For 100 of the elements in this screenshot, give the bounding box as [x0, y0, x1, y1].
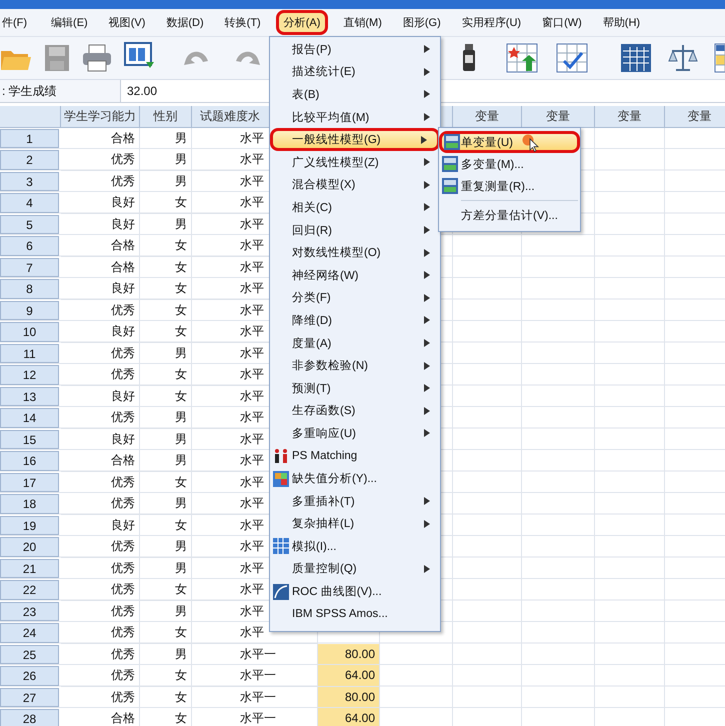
submenu-arrow-icon [424, 520, 430, 528]
grid-icon [273, 538, 289, 554]
row-number[interactable]: 6 [0, 236, 59, 256]
table-cell: 64.00 [318, 708, 380, 726]
menu-item[interactable]: 图形(G) [396, 10, 447, 35]
table-cell: 优秀 [61, 170, 140, 192]
menu-item[interactable]: 件(F) [0, 10, 34, 35]
table-cell: 良好 [61, 514, 140, 536]
table-cell: 合格 [61, 256, 140, 278]
submenu-arrow-icon [424, 497, 430, 506]
table-cell: 女 [140, 300, 192, 321]
table-cell: 男 [140, 536, 192, 558]
menu-item[interactable]: 分析(A) [276, 10, 328, 35]
menu-item[interactable]: 转换(T) [218, 10, 267, 35]
submenu-arrow-icon [424, 45, 430, 54]
column-header[interactable]: 变量 [665, 106, 725, 128]
table-cell: 优秀 [61, 536, 140, 558]
table-cell: 合格 [61, 235, 140, 256]
menu-item[interactable]: 方差分量估计(V)... [439, 204, 580, 226]
row-number[interactable]: 25 [0, 644, 59, 664]
column-header[interactable]: 性别 [140, 106, 192, 128]
menu-item[interactable]: 单变量(U) [439, 131, 580, 153]
scale-icon[interactable] [668, 43, 698, 73]
table-cell: 优秀 [61, 686, 140, 708]
table-cell: 男 [140, 342, 192, 364]
row-number[interactable]: 16 [0, 451, 59, 470]
menu-item[interactable]: 重复测量(R)... [439, 175, 580, 197]
submenu-arrow-icon [424, 113, 430, 122]
submenu-arrow-icon [424, 226, 430, 234]
menu-item[interactable]: 窗口(W) [536, 10, 588, 35]
menu-item[interactable]: 实用程序(U) [456, 10, 528, 35]
row-number[interactable]: 18 [0, 494, 59, 514]
row-number[interactable]: 15 [0, 430, 59, 449]
row-number[interactable]: 11 [0, 344, 59, 363]
row-number[interactable]: 7 [0, 258, 59, 277]
table-cell: 优秀 [61, 300, 140, 321]
column-header[interactable]: 变量 [453, 106, 522, 128]
row-number[interactable]: 19 [0, 516, 59, 535]
table-cell: 女 [140, 665, 192, 686]
row-number[interactable]: 22 [0, 580, 59, 600]
table-cell: 女 [140, 256, 192, 278]
row-number[interactable]: 17 [0, 472, 59, 492]
table-cell: 良好 [61, 192, 140, 214]
row-number[interactable]: 26 [0, 666, 59, 686]
table-cell: 男 [140, 450, 192, 472]
row-number[interactable]: 10 [0, 322, 59, 342]
row-number[interactable]: 27 [0, 688, 59, 707]
bottle-icon[interactable] [462, 43, 476, 73]
row-number[interactable]: 1 [0, 128, 59, 148]
submenu-arrow-icon [424, 203, 430, 212]
table-cell: 80.00 [318, 686, 380, 708]
menu-item[interactable]: 直销(M) [337, 10, 388, 35]
table-cell: 女 [140, 386, 192, 407]
row-number[interactable]: 2 [0, 150, 59, 170]
menu-item[interactable]: 编辑(E) [45, 10, 94, 35]
row-number[interactable]: 14 [0, 408, 59, 428]
row-number[interactable]: 12 [0, 365, 59, 384]
row-number[interactable]: 24 [0, 623, 59, 642]
table-cell: 80.00 [318, 644, 380, 665]
row-number[interactable]: 28 [0, 709, 59, 726]
menu-item[interactable]: 多变量(M)... [439, 153, 580, 175]
table-cell: 优秀 [61, 644, 140, 665]
submenu-arrow-icon [424, 339, 430, 348]
table-cell: 男 [140, 428, 192, 450]
table-cell: 优秀 [61, 407, 140, 428]
row-number[interactable]: 4 [0, 193, 59, 212]
row-number[interactable]: 5 [0, 214, 59, 234]
menu-item[interactable]: 报告(P) [270, 38, 440, 61]
column-header[interactable]: 变量 [522, 106, 595, 128]
row-number[interactable]: 20 [0, 537, 59, 556]
menu-item[interactable]: 描述统计(E) [270, 60, 440, 84]
column-header[interactable]: 变量 [595, 106, 665, 128]
submenu-arrow-icon [424, 564, 430, 573]
cell-value-field[interactable]: 32.00 [121, 80, 267, 102]
table-cell: 优秀 [61, 493, 140, 514]
row-number[interactable]: 9 [0, 300, 59, 320]
table-cell: 良好 [61, 278, 140, 300]
case-grid-icon[interactable] [506, 43, 538, 73]
menu-item[interactable]: 帮助(H) [596, 10, 646, 35]
row-number[interactable]: 23 [0, 602, 59, 621]
model-icon [444, 134, 460, 150]
model-icon [442, 156, 458, 172]
table-icon[interactable] [620, 43, 652, 73]
table-cell: 女 [140, 708, 192, 726]
menu-item[interactable]: 视图(V) [102, 10, 152, 35]
submenu-arrow-icon [424, 429, 430, 438]
row-number[interactable]: 21 [0, 558, 59, 578]
save-icon[interactable] [44, 44, 70, 72]
printer-icon[interactable] [82, 44, 112, 72]
checklist-icon[interactable] [556, 43, 588, 73]
row-number[interactable]: 8 [0, 279, 59, 298]
column-header[interactable]: 学生学习能力 [61, 106, 140, 128]
menu-item[interactable]: 表(B) [270, 83, 440, 106]
table-cell: 优秀 [61, 558, 140, 579]
table-cell: 优秀 [61, 665, 140, 686]
submenu-arrow-icon [424, 271, 430, 280]
row-number[interactable]: 13 [0, 386, 59, 406]
row-number[interactable]: 3 [0, 172, 59, 191]
menu-item[interactable]: 一般线性模型(G) [270, 128, 440, 151]
menu-item[interactable]: 数据(D) [160, 10, 210, 35]
